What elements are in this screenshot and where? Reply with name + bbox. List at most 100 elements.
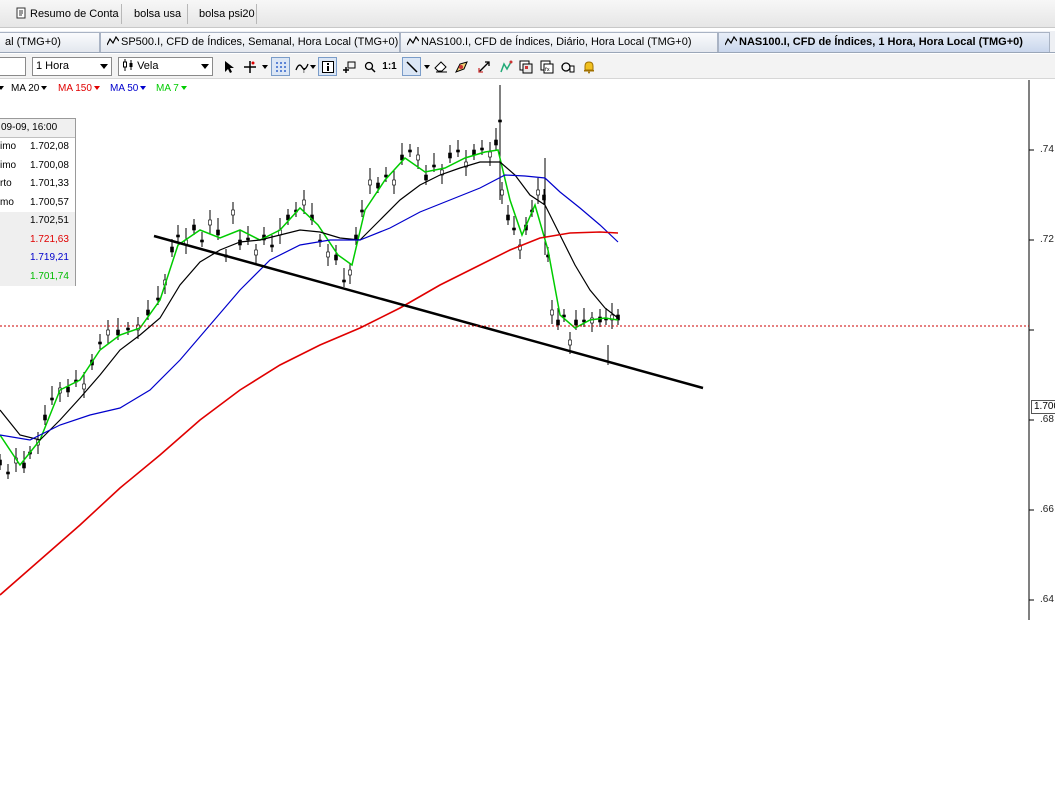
candle-body: [82, 383, 86, 390]
menu-divider: [121, 4, 122, 24]
eraser-tool[interactable]: [431, 57, 450, 76]
candle-body: [506, 214, 510, 221]
account-summary-button[interactable]: Resumo de Conta: [10, 3, 125, 25]
workspace-bolsa-usa[interactable]: bolsa usa: [128, 3, 187, 25]
chart-type-value: Vela: [137, 60, 159, 72]
expand-tool[interactable]: [474, 57, 493, 76]
price-axis-label: .66: [1040, 504, 1054, 515]
tab-label: NAS100.I, CFD de Índices, Diário, Hora L…: [421, 36, 692, 48]
candle-body: [368, 179, 372, 186]
chevron-down-icon: [201, 64, 209, 69]
row-value: 1.701,74: [30, 270, 69, 282]
candle-body: [550, 309, 554, 316]
candle-body: [360, 209, 364, 213]
candle-body: [200, 239, 204, 243]
bell-icon: [583, 60, 594, 73]
script-tool[interactable]: [558, 57, 577, 76]
candlestick-icon: [123, 59, 133, 71]
row-value: 1.719,21: [30, 252, 69, 263]
candle-body: [216, 229, 220, 236]
symbol-input[interactable]: [0, 57, 26, 76]
candle-body: [574, 319, 578, 326]
candle-body: [176, 234, 180, 238]
tab-nas100-daily[interactable]: NAS100.I, CFD de Índices, Diário, Hora L…: [400, 32, 718, 52]
period-value: 1 Hora: [36, 60, 70, 72]
data-window-header: 09-09, 16:00: [0, 119, 75, 138]
candle-body: [302, 199, 306, 206]
candle-body: [6, 471, 10, 475]
chevron-down-icon[interactable]: [262, 65, 268, 69]
save-template-icon: fx: [540, 60, 553, 73]
candle-body: [192, 224, 196, 231]
chevron-down-icon[interactable]: [310, 65, 316, 69]
account-icon: [16, 7, 26, 19]
candle-body: [448, 152, 452, 159]
grid-toggle[interactable]: [271, 57, 290, 76]
data-window-row: imo 1.700,08: [0, 157, 75, 176]
price-axis-label: .72: [1040, 234, 1054, 245]
price-chart[interactable]: .74 .72 .68 .66 .64 1.700: [0, 80, 1055, 625]
menu-divider: [187, 4, 188, 24]
workspace-bolsa-psi20[interactable]: bolsa psi20: [193, 3, 261, 25]
trendline-icon: [405, 60, 418, 73]
chevron-down-icon[interactable]: [424, 65, 430, 69]
zoom-tool[interactable]: [360, 57, 379, 76]
chart-image-icon: [519, 60, 532, 73]
grid-icon: [275, 61, 286, 72]
crosshair-tool[interactable]: [240, 57, 259, 76]
info-tool[interactable]: [318, 57, 337, 76]
data-window-row: 1.702,51: [0, 212, 75, 231]
zoom-in-tool[interactable]: [339, 57, 358, 76]
candle-body: [246, 237, 250, 241]
tab-label: al (TMG+0): [5, 36, 61, 48]
chart-canvas[interactable]: [0, 80, 1055, 625]
tab-label: SP500.I, CFD de Índices, Semanal, Hora L…: [121, 36, 399, 48]
indicators-tool[interactable]: f: [292, 57, 311, 76]
alerts-tool[interactable]: [579, 57, 598, 76]
data-window-row: 1.721,63: [0, 230, 75, 249]
chart-type-select[interactable]: Vela: [118, 57, 213, 76]
candle-body: [170, 246, 174, 253]
candle-body: [556, 319, 560, 326]
candle-body: [254, 249, 258, 256]
chart-line-icon: [107, 36, 119, 46]
one-to-one-tool[interactable]: 1:1: [380, 57, 399, 76]
tab-sp500-weekly[interactable]: SP500.I, CFD de Índices, Semanal, Hora L…: [100, 32, 400, 52]
data-window-row: mo 1.700,57: [0, 194, 75, 213]
period-select[interactable]: 1 Hora: [32, 57, 112, 76]
price-axis-label: .64: [1040, 594, 1054, 605]
price-axis-label: .68: [1040, 414, 1054, 425]
script-icon: [560, 61, 574, 72]
tab-label: NAS100.I, CFD de Índices, 1 Hora, Hora L…: [739, 36, 1023, 48]
magnifier-icon: [364, 61, 376, 73]
candle-body: [156, 297, 160, 301]
candle-body: [494, 139, 498, 146]
candle-body: [500, 189, 504, 196]
objects-icon: [499, 60, 512, 72]
candle-body: [376, 182, 380, 189]
one-to-one-label: 1:1: [382, 61, 397, 72]
candle-body: [416, 154, 420, 161]
candle-body: [66, 386, 70, 393]
trendline-tool[interactable]: [402, 57, 421, 76]
tab-nas100-hourly[interactable]: NAS100.I, CFD de Índices, 1 Hora, Hora L…: [718, 32, 1050, 52]
data-window: 09-09, 16:00 imo 1.702,08 imo 1.700,08 rto…: [0, 118, 76, 286]
candle-body: [116, 329, 120, 336]
candle-body: [334, 254, 338, 261]
objects-tool[interactable]: [496, 57, 515, 76]
chart-line-icon: [725, 36, 737, 46]
menu-divider: [256, 4, 257, 24]
data-window-row: rto 1.701,33: [0, 175, 75, 194]
candle-body: [270, 244, 274, 248]
template-save-tool[interactable]: fx: [537, 57, 556, 76]
cursor-tool[interactable]: [219, 57, 238, 76]
template-tool[interactable]: [452, 57, 471, 76]
price-axis-label: .74: [1040, 144, 1054, 155]
row-label: imo: [0, 159, 17, 171]
candle-body: [536, 189, 540, 196]
row-label: mo: [0, 196, 14, 208]
tab-chart-1[interactable]: al (TMG+0): [0, 32, 100, 52]
data-window-row: 1.719,21: [0, 249, 75, 268]
print-tool[interactable]: [516, 57, 535, 76]
candle-body: [424, 174, 428, 181]
